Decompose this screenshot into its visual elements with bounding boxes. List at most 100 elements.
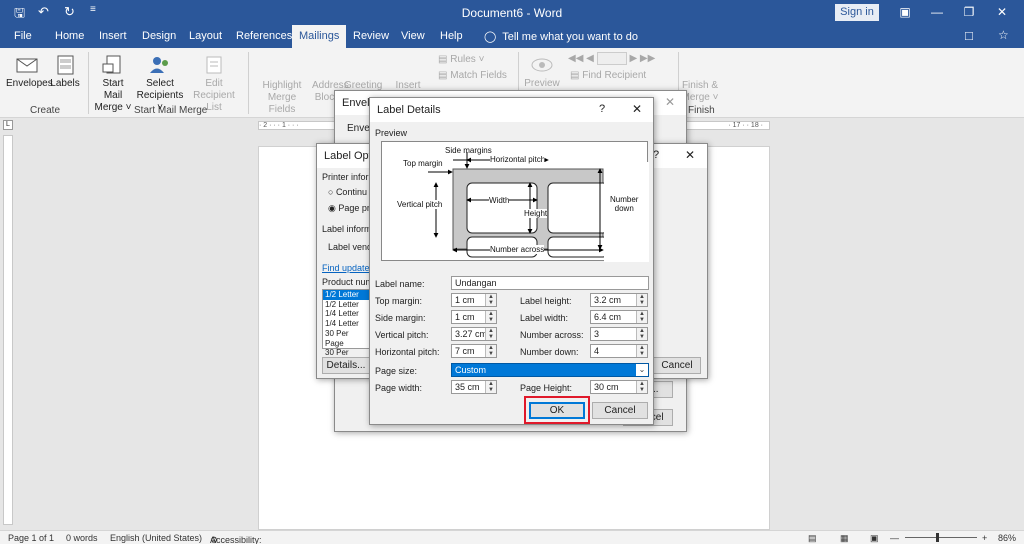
height-diagram-label: Height <box>524 209 548 218</box>
comments-icon[interactable]: □ <box>965 28 973 43</box>
language-indicator[interactable]: English (United States) <box>110 533 202 543</box>
zoom-slider-handle[interactable] <box>936 533 939 542</box>
page-printers-radio[interactable]: ◉ Page pr <box>328 203 370 214</box>
close-icon[interactable]: ✕ <box>992 3 1012 21</box>
ribbon-display-options-icon[interactable]: ▣ <box>895 3 915 21</box>
spin-arrows-icon[interactable]: ▲ ▼ <box>485 345 496 357</box>
ruler-numbers-left: · 2 · · · 1 · · · <box>259 122 299 129</box>
status-bar: Page 1 of 1 0 words English (United Stat… <box>0 530 1024 544</box>
details-button[interactable]: Details... <box>322 357 370 374</box>
top-margin-diagram-label: Top margin <box>403 159 443 168</box>
label-details-help-icon[interactable]: ? <box>599 103 605 115</box>
horizontal-pitch-stepper[interactable]: 7 cm ▲ ▼ <box>451 344 497 358</box>
list-item[interactable]: 1/2 Letter <box>323 300 369 310</box>
tab-home[interactable]: Home <box>55 30 84 42</box>
spin-arrows-icon[interactable]: ▲ ▼ <box>485 294 496 306</box>
page-count[interactable]: Page 1 of 1 <box>8 533 54 543</box>
page-size-label: Page size: <box>375 366 418 376</box>
match-fields-icon: ▤ <box>438 70 448 81</box>
next-record-icon[interactable]: ▶ <box>629 53 637 64</box>
tab-layout[interactable]: Layout <box>189 30 222 42</box>
labels-label: Labels <box>50 78 80 89</box>
record-number-input[interactable] <box>596 52 627 65</box>
first-record-icon[interactable]: ◀◀ <box>568 53 583 64</box>
envelopes-button[interactable]: Envelopes <box>6 54 53 90</box>
web-layout-icon[interactable]: ▣ <box>870 533 879 544</box>
label-options-close-icon[interactable]: ✕ <box>685 148 695 162</box>
tab-file[interactable]: File <box>14 30 32 42</box>
list-item[interactable]: 30 Per Page <box>323 329 369 348</box>
tell-me-search[interactable]: ◯ Tell me what you want to do <box>484 30 638 43</box>
vertical-ruler[interactable] <box>3 135 13 525</box>
label-name-label: Label name: <box>375 279 425 289</box>
last-record-icon[interactable]: ▶▶ <box>640 53 655 64</box>
minimize-icon[interactable]: — <box>927 3 947 21</box>
page-height-stepper[interactable]: 30 cm ▲ ▼ <box>590 380 648 394</box>
zoom-in-icon[interactable]: + <box>982 533 987 543</box>
previous-record-icon[interactable]: ◀ <box>586 53 594 64</box>
list-item[interactable]: 1/2 Letter <box>323 290 369 300</box>
page-width-stepper[interactable]: 35 cm ▲ ▼ <box>451 380 497 394</box>
spin-arrows-icon[interactable]: ▲ ▼ <box>636 345 647 357</box>
tab-references[interactable]: References <box>236 30 292 42</box>
spin-arrows-icon[interactable]: ▲ ▼ <box>636 311 647 323</box>
label-name-input[interactable]: Undangan <box>451 276 649 290</box>
zoom-slider[interactable] <box>905 537 977 538</box>
preview-results-button[interactable]: Preview <box>522 54 562 90</box>
start-mail-merge-label: Start Mail <box>102 78 124 101</box>
find-recipient-button[interactable]: ▤ Find Recipient <box>570 70 646 81</box>
continuous-feed-radio[interactable]: ○ Continu <box>328 187 367 197</box>
print-layout-icon[interactable]: ▦ <box>840 533 849 544</box>
number-across-stepper[interactable]: 3 ▲ ▼ <box>590 327 648 341</box>
labels-button[interactable]: Labels <box>50 54 80 90</box>
rules-icon: ▤ <box>438 54 448 65</box>
zoom-out-icon[interactable]: — <box>890 533 899 543</box>
select-recipients-label: Select <box>146 78 174 89</box>
tab-mailings[interactable]: Mailings <box>292 25 347 48</box>
spin-arrows-icon[interactable]: ▲ ▼ <box>636 294 647 306</box>
label-height-stepper[interactable]: 3.2 cm ▲ ▼ <box>590 293 648 307</box>
top-margin-stepper[interactable]: 1 cm ▲ ▼ <box>451 293 497 307</box>
tab-view[interactable]: View <box>401 30 425 42</box>
side-margin-stepper[interactable]: 1 cm ▲ ▼ <box>451 310 497 324</box>
word-count[interactable]: 0 words <box>66 533 98 543</box>
cancel-button[interactable]: Cancel <box>592 402 648 419</box>
spin-arrows-icon[interactable]: ▲ ▼ <box>485 311 496 323</box>
highlight-merge-fields-button[interactable]: Highlight Merge Fields <box>254 80 310 116</box>
match-fields-button[interactable]: ▤ Match Fields <box>438 70 507 81</box>
tab-selector-icon[interactable]: L <box>3 120 13 130</box>
start-mail-merge-button[interactable]: Start Mail Merge ˅ <box>92 54 134 114</box>
vertical-pitch-stepper[interactable]: 3.27 cm ▲ ▼ <box>451 327 497 341</box>
tab-insert[interactable]: Insert <box>99 30 127 42</box>
page-height-value: 30 cm <box>594 382 619 392</box>
edit-list-label: Edit <box>205 78 223 89</box>
rules-button[interactable]: ▤ Rules ˅ <box>438 54 484 65</box>
label-details-close-icon[interactable]: ✕ <box>632 102 642 116</box>
sign-in-button[interactable]: Sign in <box>835 4 879 21</box>
spin-arrows-icon[interactable]: ▲ ▼ <box>485 328 496 340</box>
side-margin-label: Side margin: <box>375 313 426 323</box>
spin-arrows-icon[interactable]: ▲ ▼ <box>485 381 496 393</box>
label-options-cancel-button[interactable]: Cancel <box>653 357 701 374</box>
envelopes-close-icon[interactable]: ✕ <box>665 95 675 109</box>
list-item[interactable]: 1/4 Letter <box>323 309 369 319</box>
find-updates-link[interactable]: Find update <box>322 263 370 273</box>
accessibility-text: Accessibility: Good to go <box>210 535 262 544</box>
product-number-list[interactable]: 1/2 Letter 1/2 Letter 1/4 Letter 1/4 Let… <box>322 289 370 367</box>
list-item[interactable]: 1/4 Letter <box>323 319 369 329</box>
zoom-level[interactable]: 86% <box>998 533 1016 543</box>
label-width-stepper[interactable]: 6.4 cm ▲ ▼ <box>590 310 648 324</box>
focus-mode-icon[interactable]: ▤ <box>808 533 817 544</box>
page-size-select[interactable]: Custom ⌄ <box>451 363 649 377</box>
share-icon[interactable]: ☆ <box>998 28 1009 42</box>
spin-arrows-icon[interactable]: ▲ ▼ <box>636 328 647 340</box>
tab-review[interactable]: Review <box>353 30 389 42</box>
tab-help[interactable]: Help <box>440 30 463 42</box>
side-margins-label: Side margins <box>445 146 492 155</box>
chevron-down-icon[interactable]: ⌄ <box>636 364 648 376</box>
ok-button[interactable]: OK <box>529 402 585 419</box>
number-down-stepper[interactable]: 4 ▲ ▼ <box>590 344 648 358</box>
tab-design[interactable]: Design <box>142 30 176 42</box>
spin-arrows-icon[interactable]: ▲ ▼ <box>636 381 647 393</box>
restore-icon[interactable]: ❐ <box>959 3 979 21</box>
